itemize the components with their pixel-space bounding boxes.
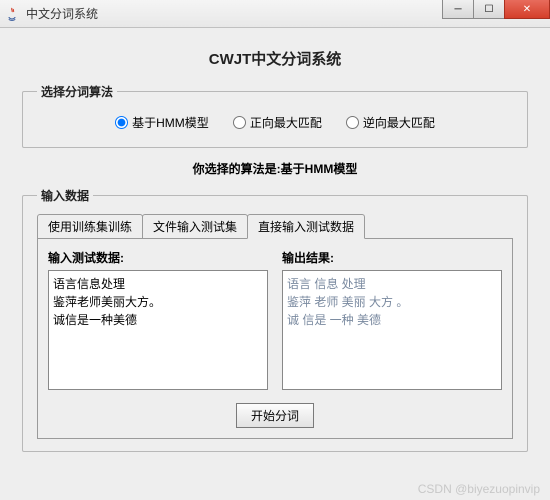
radio-backward-label: 逆向最大匹配: [363, 114, 435, 131]
output-textarea: 语言 信息 处理 鉴萍 老师 美丽 大方 。 诚 信是 一种 美德: [282, 270, 502, 390]
algorithm-radios: 基于HMM模型 正向最大匹配 逆向最大匹配: [37, 110, 513, 135]
minimize-button[interactable]: ─: [442, 0, 474, 19]
output-column: 输出结果: 语言 信息 处理 鉴萍 老师 美丽 大方 。 诚 信是 一种 美德: [282, 249, 502, 393]
selection-status: 你选择的算法是:基于HMM模型: [12, 160, 538, 177]
watermark: CSDN @biyezuopinvip: [418, 482, 540, 496]
radio-backward-input[interactable]: [346, 116, 359, 129]
radio-hmm-label: 基于HMM模型: [132, 114, 209, 131]
radio-forward-input[interactable]: [233, 116, 246, 129]
selection-prefix: 你选择的算法是:: [193, 162, 281, 176]
tab-train[interactable]: 使用训练集训练: [37, 214, 143, 239]
window-controls: ─ ☐ ✕: [443, 0, 550, 19]
selection-value: 基于HMM模型: [281, 162, 358, 176]
window-titlebar: 中文分词系统 ─ ☐ ✕: [0, 0, 550, 28]
input-label: 输入测试数据:: [48, 249, 268, 266]
tab-panel-direct: 输入测试数据: 输出结果: 语言 信息 处理 鉴萍 老师 美丽 大方 。 诚 信…: [37, 238, 513, 439]
radio-backward[interactable]: 逆向最大匹配: [346, 114, 435, 131]
window-title: 中文分词系统: [26, 5, 98, 22]
input-column: 输入测试数据:: [48, 249, 268, 393]
close-button[interactable]: ✕: [504, 0, 550, 19]
app-content: CWJT中文分词系统 选择分词算法 基于HMM模型 正向最大匹配 逆向最大匹配 …: [0, 28, 550, 500]
page-title: CWJT中文分词系统: [12, 48, 538, 69]
algorithm-fieldset: 选择分词算法 基于HMM模型 正向最大匹配 逆向最大匹配: [22, 83, 528, 148]
radio-hmm[interactable]: 基于HMM模型: [115, 114, 209, 131]
maximize-button[interactable]: ☐: [473, 0, 505, 19]
tab-file[interactable]: 文件输入测试集: [142, 214, 248, 239]
java-app-icon: [4, 6, 20, 22]
algorithm-legend: 选择分词算法: [37, 83, 117, 100]
start-button[interactable]: 开始分词: [236, 403, 314, 428]
radio-hmm-input[interactable]: [115, 116, 128, 129]
input-fieldset: 输入数据 使用训练集训练 文件输入测试集 直接输入测试数据 输入测试数据: 输出…: [22, 187, 528, 452]
radio-forward-label: 正向最大匹配: [250, 114, 322, 131]
io-row: 输入测试数据: 输出结果: 语言 信息 处理 鉴萍 老师 美丽 大方 。 诚 信…: [48, 249, 502, 393]
action-row: 开始分词: [48, 403, 502, 428]
input-textarea[interactable]: [48, 270, 268, 390]
radio-forward[interactable]: 正向最大匹配: [233, 114, 322, 131]
input-legend: 输入数据: [37, 187, 93, 204]
output-label: 输出结果:: [282, 249, 502, 266]
tabs: 使用训练集训练 文件输入测试集 直接输入测试数据: [37, 214, 513, 239]
tab-direct[interactable]: 直接输入测试数据: [247, 214, 365, 239]
